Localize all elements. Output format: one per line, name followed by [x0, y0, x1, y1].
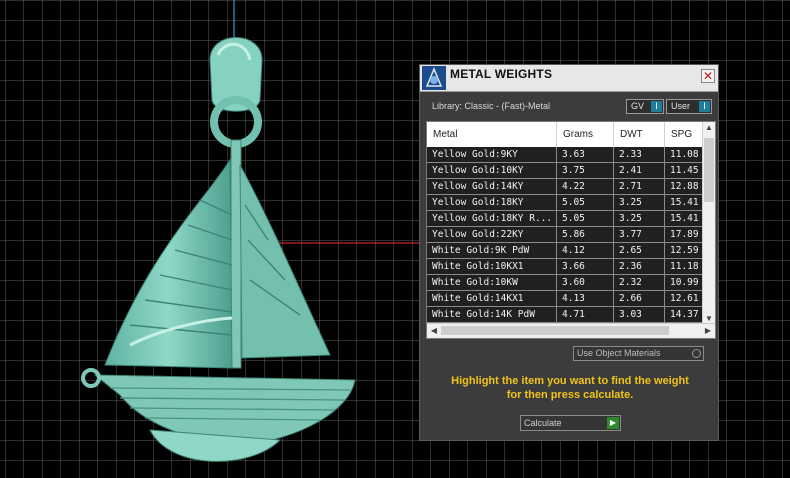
metal-weights-icon — [422, 66, 446, 90]
cell-dwt: 3.03 — [614, 307, 665, 322]
cell-spg: 12.59 — [670, 245, 699, 256]
cell-grams: 3.63 — [557, 147, 614, 162]
cell-dwt: 3.77 — [614, 227, 665, 242]
table-row[interactable]: Yellow Gold:18KY R... 5.05 3.25 15.41 — [427, 211, 703, 227]
user-label: User — [671, 101, 691, 111]
gv-label: GV — [631, 101, 645, 111]
cell-spg: 12.88 — [670, 181, 699, 192]
cell-dwt: 2.65 — [614, 243, 665, 258]
cell-grams: 3.66 — [557, 259, 614, 274]
close-button[interactable]: ✕ — [701, 69, 715, 83]
library-label: Library: Classic - (Fast)-Metal — [432, 101, 551, 111]
scroll-up-icon[interactable]: ▲ — [703, 123, 715, 132]
table-header: Metal Grams DWT SPG — [427, 122, 703, 147]
cell-spg: 11.08 — [670, 149, 699, 160]
cell-spg: 15.41 — [670, 197, 699, 208]
horizontal-scroll-thumb[interactable] — [441, 326, 669, 335]
radio-circle-icon[interactable] — [692, 349, 701, 358]
user-switch[interactable]: I — [699, 101, 710, 112]
cell-dwt: 2.36 — [614, 259, 665, 274]
table-row[interactable]: White Gold:10KX1 3.66 2.36 11.18 — [427, 259, 703, 275]
cell-grams: 5.05 — [557, 195, 614, 210]
calculate-label: Calculate — [524, 418, 562, 428]
user-toggle[interactable]: User I — [666, 99, 712, 114]
horizontal-scrollbar[interactable]: ◀ ▶ — [427, 323, 715, 338]
table-row[interactable]: Yellow Gold:9KY 3.63 2.33 11.08 — [427, 147, 703, 163]
cell-grams: 4.22 — [557, 179, 614, 194]
column-header-dwt[interactable]: DWT — [614, 122, 665, 147]
cell-dwt: 2.66 — [614, 291, 665, 306]
scroll-right-icon[interactable]: ▶ — [702, 326, 714, 335]
cell-metal: White Gold:14K PdW — [427, 307, 557, 322]
cell-dwt: 3.25 — [614, 211, 665, 226]
cell-grams: 4.71 — [557, 307, 614, 322]
cell-grams: 4.13 — [557, 291, 614, 306]
table-row[interactable]: White Gold:9K PdW 4.12 2.65 12.59 — [427, 243, 703, 259]
scroll-down-icon[interactable]: ▼ — [703, 314, 715, 323]
cell-spg: 12.61 — [670, 293, 699, 304]
table-row[interactable]: White Gold:14KX1 4.13 2.66 12.61 — [427, 291, 703, 307]
cell-spg: 11.18 — [670, 261, 699, 272]
use-object-materials-label: Use Object Materials — [577, 348, 661, 358]
cell-metal: Yellow Gold:14KY — [427, 179, 557, 194]
gv-switch[interactable]: I — [651, 101, 662, 112]
play-arrow-icon[interactable]: ▶ — [607, 417, 619, 429]
cell-dwt: 2.32 — [614, 275, 665, 290]
cell-spg: 15.41 — [670, 213, 699, 224]
metal-table[interactable]: Metal Grams DWT SPG Yellow Gold:9KY 3.63 2… — [426, 121, 716, 339]
vertical-scrollbar[interactable]: ▲ ▼ — [702, 122, 715, 324]
cell-spg: 11.45 — [670, 165, 699, 176]
vertical-scroll-thumb[interactable] — [704, 138, 714, 202]
panel-title: METAL WEIGHTS — [450, 67, 553, 81]
column-header-metal[interactable]: Metal — [427, 122, 557, 147]
cell-grams: 3.60 — [557, 275, 614, 290]
column-header-spg[interactable]: SPG — [665, 122, 703, 147]
table-body: Yellow Gold:9KY 3.63 2.33 11.08 Yellow Gold… — [427, 147, 703, 323]
cell-metal: White Gold:10KX1 — [427, 259, 557, 274]
use-object-materials-toggle[interactable]: Use Object Materials — [573, 346, 704, 361]
table-row[interactable]: Yellow Gold:22KY 5.86 3.77 17.89 — [427, 227, 703, 243]
cell-spg: 17.89 — [670, 229, 699, 240]
table-row[interactable]: White Gold:14K PdW 4.71 3.03 14.37 — [427, 307, 703, 323]
cell-dwt: 2.71 — [614, 179, 665, 194]
cell-dwt: 2.41 — [614, 163, 665, 178]
cell-metal: Yellow Gold:18KY — [427, 195, 557, 210]
instruction-text: Highlight the item you want to find the … — [428, 374, 712, 402]
scroll-left-icon[interactable]: ◀ — [428, 326, 440, 335]
gv-toggle[interactable]: GV I — [626, 99, 664, 114]
metal-weights-panel: METAL WEIGHTS ✕ Library: Classic - (Fast… — [419, 64, 719, 441]
table-row[interactable]: Yellow Gold:14KY 4.22 2.71 12.88 — [427, 179, 703, 195]
cell-metal: White Gold:9K PdW — [427, 243, 557, 258]
cell-grams: 5.86 — [557, 227, 614, 242]
cell-metal: White Gold:10KW — [427, 275, 557, 290]
title-bar[interactable]: METAL WEIGHTS ✕ — [420, 65, 718, 92]
table-row[interactable]: Yellow Gold:10KY 3.75 2.41 11.45 — [427, 163, 703, 179]
cell-metal: Yellow Gold:9KY — [427, 147, 557, 162]
cell-metal: White Gold:14KX1 — [427, 291, 557, 306]
cell-spg: 10.99 — [670, 277, 699, 288]
cell-metal: Yellow Gold:22KY — [427, 227, 557, 242]
calculate-button[interactable]: Calculate ▶ — [520, 415, 621, 431]
cell-grams: 5.05 — [557, 211, 614, 226]
cell-dwt: 2.33 — [614, 147, 665, 162]
instruction-line-2: for then press calculate. — [506, 389, 634, 401]
cell-metal: Yellow Gold:18KY R... — [427, 211, 557, 226]
cell-grams: 3.75 — [557, 163, 614, 178]
column-header-grams[interactable]: Grams — [557, 122, 614, 147]
instruction-line-1: Highlight the item you want to find the … — [451, 375, 689, 387]
cell-spg: 14.37 — [670, 309, 699, 320]
cell-dwt: 3.25 — [614, 195, 665, 210]
table-row[interactable]: White Gold:10KW 3.60 2.32 10.99 — [427, 275, 703, 291]
cell-grams: 4.12 — [557, 243, 614, 258]
cell-metal: Yellow Gold:10KY — [427, 163, 557, 178]
table-row[interactable]: Yellow Gold:18KY 5.05 3.25 15.41 — [427, 195, 703, 211]
